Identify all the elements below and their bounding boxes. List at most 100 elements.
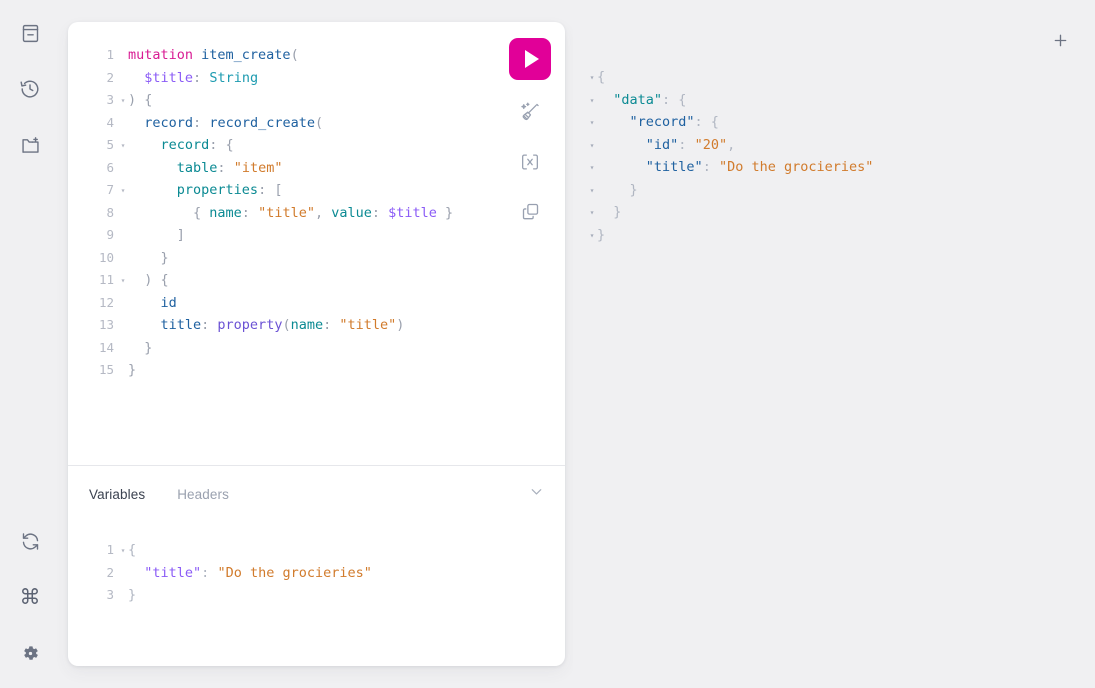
query-editor[interactable]: 1▾mutation item_create(2▾ $title: String…: [68, 22, 565, 465]
code-text: ]: [128, 224, 185, 247]
sidebar-item-history[interactable]: [13, 72, 47, 106]
fold-spacer: ▾: [587, 202, 597, 225]
fold-spacer: ▾: [587, 225, 597, 248]
code-line: ▾}: [573, 224, 873, 247]
fold-toggle-icon[interactable]: ▾: [118, 540, 128, 563]
fold-toggle-icon[interactable]: ▾: [118, 270, 128, 293]
merge-icon: [519, 151, 541, 178]
code-text: $title: String: [128, 67, 258, 90]
fold-spacer: ▾: [587, 135, 597, 158]
secondary-editor-tabs: Variables Headers: [68, 466, 565, 522]
main-area: 1▾mutation item_create(2▾ $title: String…: [60, 0, 1095, 688]
line-number: 1: [68, 539, 118, 562]
copy-icon: [520, 201, 541, 227]
code-text: properties: [: [128, 179, 282, 202]
folder-plus-icon: [20, 135, 41, 156]
line-number: 2: [68, 562, 118, 585]
variables-code[interactable]: 1▾{2▾ "title": "Do the grocieries"3▾}: [68, 539, 372, 607]
code-line: ▾ "id": "20",: [573, 134, 873, 157]
fold-spacer: ▾: [118, 360, 128, 383]
code-text: }: [597, 224, 605, 247]
play-icon: [525, 50, 539, 68]
line-number: 15: [68, 359, 118, 382]
fold-spacer: ▾: [118, 45, 128, 68]
tab-headers[interactable]: Headers: [177, 487, 229, 502]
graphiql-app: ⌘ 1▾mutation item_create(2▾ $title: Stri…: [0, 0, 1095, 688]
docs-icon: [20, 23, 41, 44]
sidebar-item-folder-add[interactable]: [13, 128, 47, 162]
response-code: ▾{▾ "data": {▾ "record": {▾ "id": "20",▾…: [573, 66, 873, 246]
code-line: 5▾ record: {: [68, 134, 453, 157]
fold-spacer: ▾: [118, 563, 128, 586]
code-text: "title": "Do the grocieries": [128, 562, 372, 585]
sidebar-top-group: [13, 14, 47, 184]
code-line: 1▾mutation item_create(: [68, 44, 453, 67]
code-text: mutation item_create(: [128, 44, 299, 67]
code-text: id: [128, 292, 177, 315]
code-line: 4▾ record: record_create(: [68, 112, 453, 135]
code-text: record: {: [128, 134, 234, 157]
code-line: ▾ "record": {: [573, 111, 873, 134]
sidebar-item-settings[interactable]: [13, 636, 47, 670]
line-number: 1: [68, 44, 118, 67]
merge-fragments-button[interactable]: [514, 148, 546, 180]
code-text: ) {: [128, 89, 152, 112]
tab-variables[interactable]: Variables: [89, 487, 145, 502]
code-line: 10▾ }: [68, 247, 453, 270]
code-text: table: "item": [128, 157, 282, 180]
fold-spacer: ▾: [118, 315, 128, 338]
chevron-down-icon: [528, 483, 545, 505]
sidebar-item-shortcuts[interactable]: ⌘: [13, 580, 47, 614]
secondary-editor: Variables Headers 1▾{2▾ "title": "Do the…: [68, 466, 565, 666]
line-number: 3: [68, 89, 118, 112]
collapse-editors-button[interactable]: [528, 483, 545, 505]
fold-spacer: ▾: [118, 248, 128, 271]
code-text: {: [597, 66, 605, 89]
fold-toggle-icon[interactable]: ▾: [118, 90, 128, 113]
fold-spacer: ▾: [118, 293, 128, 316]
fold-toggle-icon[interactable]: ▾: [587, 67, 597, 90]
code-line: ▾ "title": "Do the grocieries": [573, 156, 873, 179]
line-number: 13: [68, 314, 118, 337]
query-toolbar: [509, 38, 551, 230]
line-number: 12: [68, 292, 118, 315]
fold-spacer: ▾: [118, 203, 128, 226]
fold-toggle-icon[interactable]: ▾: [118, 180, 128, 203]
fold-toggle-icon[interactable]: ▾: [587, 112, 597, 135]
line-number: 6: [68, 157, 118, 180]
execute-query-button[interactable]: [509, 38, 551, 80]
code-text: }: [128, 337, 152, 360]
code-text: }: [597, 179, 638, 202]
code-line: ▾{: [573, 66, 873, 89]
code-line: 11▾ ) {: [68, 269, 453, 292]
sidebar-item-refetch-schema[interactable]: [13, 524, 47, 558]
prettify-query-button[interactable]: [514, 98, 546, 130]
code-text: "record": {: [597, 111, 719, 134]
code-line: 12▾ id: [68, 292, 453, 315]
code-text: "id": "20",: [597, 134, 735, 157]
line-number: 3: [68, 584, 118, 607]
code-text: }: [128, 584, 136, 607]
history-icon: [19, 78, 41, 100]
line-number: 5: [68, 134, 118, 157]
code-line: 8▾ { name: "title", value: $title }: [68, 202, 453, 225]
code-text: "data": {: [597, 89, 686, 112]
line-number: 10: [68, 247, 118, 270]
gear-icon: [20, 643, 41, 664]
copy-query-button[interactable]: [514, 198, 546, 230]
fold-spacer: ▾: [118, 585, 128, 608]
code-line: 15▾}: [68, 359, 453, 382]
add-tab-button[interactable]: [1047, 30, 1073, 56]
sidebar-item-docs[interactable]: [13, 16, 47, 50]
plus-icon: [1051, 31, 1070, 55]
fold-toggle-icon[interactable]: ▾: [118, 135, 128, 158]
code-line: 2▾ "title": "Do the grocieries": [68, 562, 372, 585]
query-code[interactable]: 1▾mutation item_create(2▾ $title: String…: [68, 44, 453, 382]
fold-spacer: ▾: [118, 338, 128, 361]
editor-panel: 1▾mutation item_create(2▾ $title: String…: [68, 22, 565, 666]
code-text: ) {: [128, 269, 169, 292]
fold-toggle-icon[interactable]: ▾: [587, 90, 597, 113]
left-sidebar: ⌘: [0, 0, 60, 688]
code-line: ▾ "data": {: [573, 89, 873, 112]
line-number: 8: [68, 202, 118, 225]
